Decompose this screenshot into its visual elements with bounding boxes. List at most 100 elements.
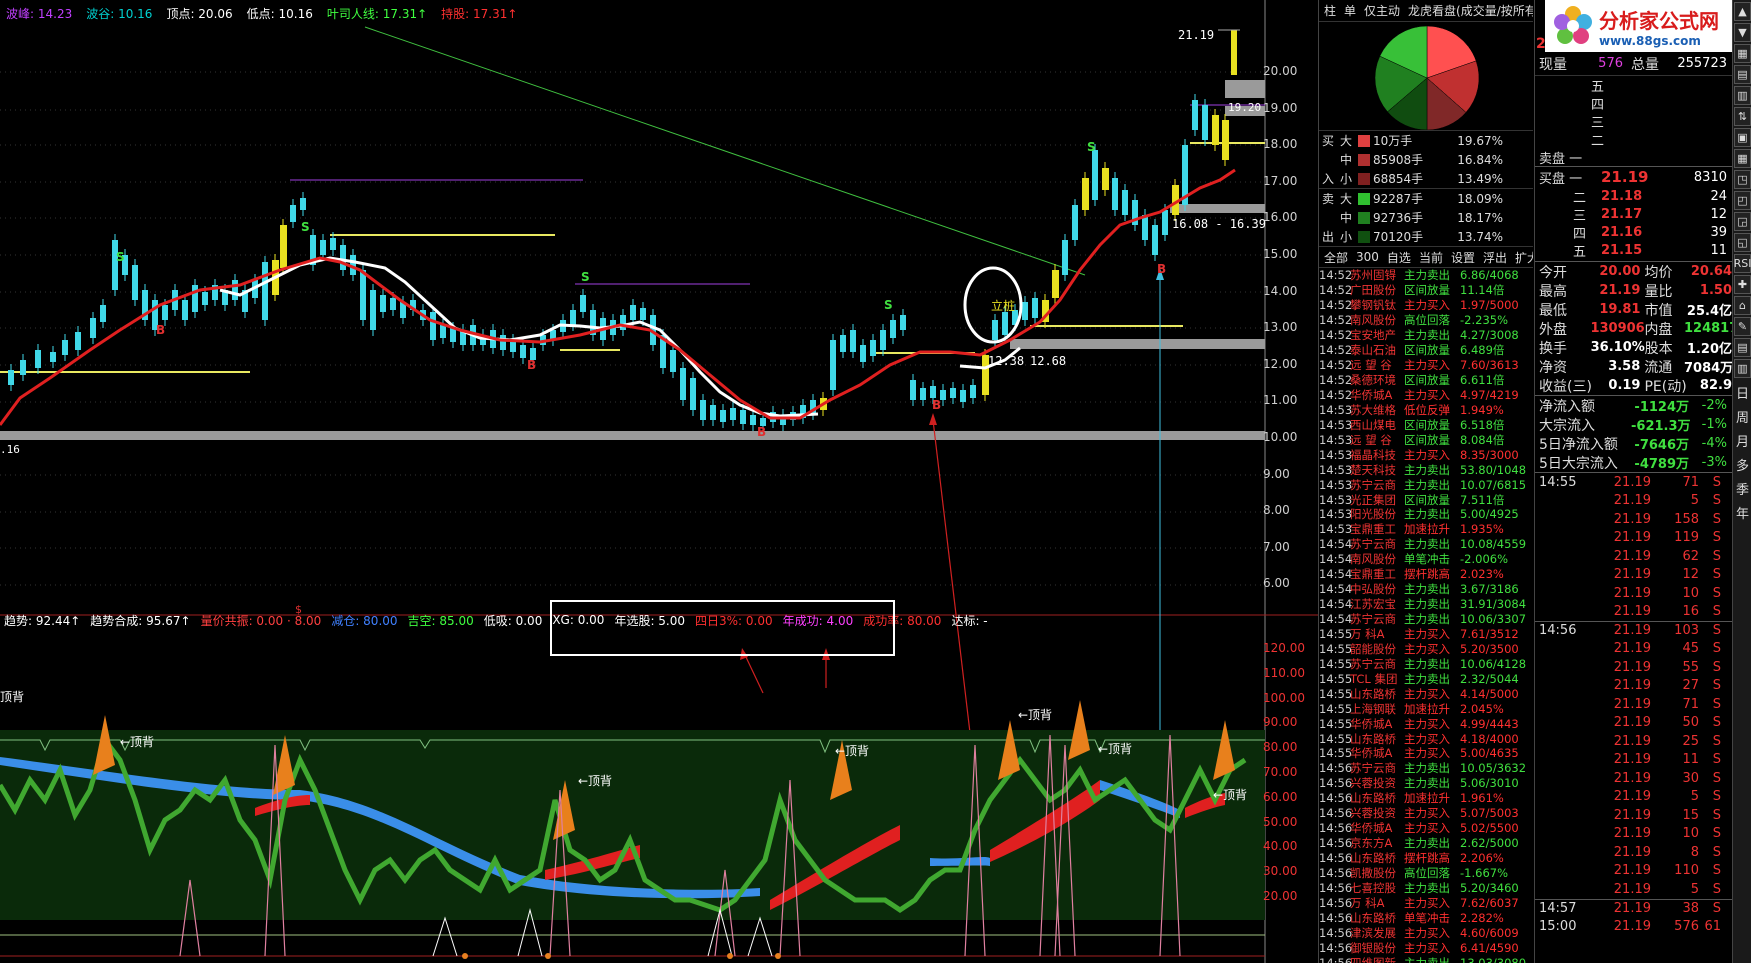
- activity-item[interactable]: 14:52 宝安地产 主力卖出 4.27/3008: [1319, 328, 1533, 343]
- activity-item[interactable]: 14:52 泰山石油 区间放量 6.489倍: [1319, 343, 1533, 358]
- activity-item[interactable]: 14:53 苏大维格 低位反弹 1.949%: [1319, 402, 1533, 417]
- activity-tab-4[interactable]: 设置: [1449, 249, 1477, 266]
- pie-tab-2[interactable]: 仅主动: [1362, 2, 1402, 19]
- period-button[interactable]: 月: [1734, 428, 1751, 452]
- stat-row: 最高 21.19 量比 1.50: [1539, 283, 1732, 300]
- activity-tab-5[interactable]: 浮出: [1481, 249, 1509, 266]
- activity-item[interactable]: 14:56 御银股份 主力买入 6.41/4590: [1319, 940, 1533, 955]
- activity-item[interactable]: 14:55 华侨城A 主力买入 4.99/4443: [1319, 716, 1533, 731]
- activity-item[interactable]: 14:52 苏州固锝 主力卖出 6.86/4068: [1319, 268, 1533, 283]
- activity-item[interactable]: 14:55 韶能股份 主力买入 5.20/3500: [1319, 641, 1533, 656]
- tool-button-icon[interactable]: ▲: [1734, 2, 1751, 21]
- buy-one-row[interactable]: 买盘 一 21.19 8310: [1535, 167, 1732, 187]
- candle: [630, 305, 636, 320]
- sell-level[interactable]: 四: [1587, 94, 1732, 113]
- tool-button-icon[interactable]: ▤: [1734, 65, 1751, 84]
- tool-button-icon[interactable]: ▦: [1734, 44, 1751, 63]
- tool-button-icon[interactable]: ◳: [1734, 170, 1751, 189]
- tick-row: 21.19 10 S: [1613, 826, 1721, 842]
- candle: [1142, 215, 1148, 240]
- tool-button-icon[interactable]: ◱: [1734, 233, 1751, 252]
- activity-item[interactable]: 14:54 江苏宏宝 主力卖出 31.91/3084: [1319, 597, 1533, 612]
- buy-level[interactable]: 五 21.15 11: [1535, 241, 1732, 260]
- tool-button-icon[interactable]: ⇅: [1734, 107, 1751, 126]
- activity-tab-1[interactable]: 300: [1354, 250, 1381, 264]
- buy-level[interactable]: 二 21.18 24: [1535, 187, 1732, 206]
- activity-item[interactable]: 14:53 西山煤电 区间放量 6.518倍: [1319, 417, 1533, 432]
- tool-button-icon[interactable]: ◲: [1734, 212, 1751, 231]
- activity-item[interactable]: 14:56 华侨城A 主力买入 5.02/5500: [1319, 821, 1533, 836]
- activity-item[interactable]: 14:54 中弘股份 主力卖出 3.67/3186: [1319, 582, 1533, 597]
- period-button[interactable]: 日: [1734, 380, 1751, 404]
- candle: [680, 368, 686, 400]
- activity-item[interactable]: 14:56 山东路桥 摆杆跳高 2.206%: [1319, 851, 1533, 866]
- activity-tab-2[interactable]: 自选: [1385, 249, 1413, 266]
- activity-item[interactable]: 14:52 南风股份 高位回落 -2.235%: [1319, 313, 1533, 328]
- activity-item[interactable]: 14:54 苏宁云商 主力卖出 10.08/4559: [1319, 537, 1533, 552]
- activity-item[interactable]: 14:53 阳光股份 主力卖出 5.00/4925: [1319, 507, 1533, 522]
- activity-item[interactable]: 14:56 兴蓉投资 主力买入 5.07/5003: [1319, 806, 1533, 821]
- period-button[interactable]: 年: [1734, 500, 1751, 524]
- activity-item[interactable]: 14:53 苏宁云商 主力卖出 10.07/6815: [1319, 477, 1533, 492]
- period-button[interactable]: 周: [1734, 404, 1751, 428]
- activity-item[interactable]: 14:55 苏宁云商 主力卖出 10.06/4128: [1319, 656, 1533, 671]
- activity-item[interactable]: 14:54 宝鼎重工 摆杆跳高 2.023%: [1319, 567, 1533, 582]
- tool-button-icon[interactable]: ▥: [1734, 86, 1751, 105]
- activity-item[interactable]: 14:56 七喜控股 主力卖出 5.20/3460: [1319, 880, 1533, 895]
- activity-item[interactable]: 14:54 苏宁云商 主力卖出 10.06/3307: [1319, 612, 1533, 627]
- candle: [1062, 240, 1068, 275]
- activity-item[interactable]: 14:56 凯撒股份 高位回落 -1.667%: [1319, 866, 1533, 881]
- capital-pie-chart: [1374, 25, 1480, 130]
- pie-tab-1[interactable]: 单: [1342, 2, 1358, 19]
- tool-button-icon[interactable]: ✎: [1734, 317, 1751, 336]
- tool-button-icon[interactable]: ▣: [1734, 128, 1751, 147]
- tool-button-icon[interactable]: RSI: [1734, 254, 1751, 273]
- activity-item[interactable]: 14:53 远 望 谷区间放量 8.084倍: [1319, 432, 1533, 447]
- activity-item[interactable]: 14:56 京东方A 主力卖出 2.62/5000: [1319, 836, 1533, 851]
- tool-button-icon[interactable]: ◰: [1734, 191, 1751, 210]
- activity-item[interactable]: 14:55 TCL 集团 主力卖出 2.32/5044: [1319, 671, 1533, 686]
- tool-button-icon[interactable]: ▦: [1734, 149, 1751, 168]
- tool-button-icon[interactable]: ▼: [1734, 23, 1751, 42]
- activity-item[interactable]: 14:55 华侨城A 主力买入 5.00/4635: [1319, 746, 1533, 761]
- activity-item[interactable]: 14:56 津滨发展 主力买入 4.60/6009: [1319, 925, 1533, 940]
- activity-item[interactable]: 14:56 山东路桥 单笔冲击 2.282%: [1319, 910, 1533, 925]
- sell-level[interactable]: 二: [1587, 130, 1732, 149]
- activity-item[interactable]: 14:55 万 科A 主力买入 7.61/3512: [1319, 627, 1533, 642]
- activity-item[interactable]: 14:56 四维图新 主力卖出 13.03/3080: [1319, 955, 1533, 963]
- period-button[interactable]: 季: [1734, 476, 1751, 500]
- tool-button-icon[interactable]: ⌂: [1734, 296, 1751, 315]
- period-button[interactable]: 多: [1734, 452, 1751, 476]
- activity-item[interactable]: 14:55 上海钢联 加速拉升 2.045%: [1319, 701, 1533, 716]
- activity-item[interactable]: 14:55 山东路桥 主力买入 4.18/4000: [1319, 731, 1533, 746]
- tool-button-icon[interactable]: ✚: [1734, 275, 1751, 294]
- activity-tab-0[interactable]: 全部: [1322, 249, 1350, 266]
- activity-tab-3[interactable]: 当前: [1417, 249, 1445, 266]
- activity-item[interactable]: 14:53 福晶科技 主力买入 8.35/3000: [1319, 447, 1533, 462]
- activity-item[interactable]: 14:55 山东路桥 主力买入 4.14/5000: [1319, 686, 1533, 701]
- activity-tab-6[interactable]: 扩大: [1513, 249, 1533, 266]
- activity-item[interactable]: 14:52 桑德环境 区间放量 6.611倍: [1319, 373, 1533, 388]
- activity-item[interactable]: 14:53 楚天科技 主力卖出 53.80/1048: [1319, 462, 1533, 477]
- pie-tab-0[interactable]: 柱: [1322, 2, 1338, 19]
- activity-item[interactable]: 14:56 山东路桥 加速拉升 1.961%: [1319, 791, 1533, 806]
- activity-item[interactable]: 14:56 苏宁云商 主力卖出 10.05/3632: [1319, 761, 1533, 776]
- sell-level[interactable]: 三: [1587, 112, 1732, 131]
- pie-tab-3[interactable]: 龙虎看盘(成交量/按所有): [1406, 2, 1533, 19]
- activity-item[interactable]: 14:52 远 望 谷主力买入 7.60/3613: [1319, 358, 1533, 373]
- candle: [900, 315, 906, 330]
- activity-item[interactable]: 14:54 南风股份 单笔冲击 -2.006%: [1319, 552, 1533, 567]
- sell-level[interactable]: 五: [1587, 76, 1732, 95]
- main-chart-canvas[interactable]: [0, 0, 1318, 963]
- activity-item[interactable]: 14:52 攀钢钒钛 主力买入 1.97/5000: [1319, 298, 1533, 313]
- activity-item[interactable]: 14:52 华侨城A 主力买入 4.97/4219: [1319, 388, 1533, 403]
- tool-button-icon[interactable]: ▥: [1734, 359, 1751, 378]
- tool-button-icon[interactable]: ▤: [1734, 338, 1751, 357]
- activity-item[interactable]: 14:53 宝鼎重工 加速拉升 1.935%: [1319, 522, 1533, 537]
- activity-item[interactable]: 14:53 光正集团 区间放量 7.511倍: [1319, 492, 1533, 507]
- buy-level[interactable]: 四 21.16 39: [1535, 223, 1732, 242]
- activity-item[interactable]: 14:52 广田股份 区间放量 11.14倍: [1319, 283, 1533, 298]
- activity-item[interactable]: 14:56 兴蓉投资 主力卖出 5.06/3010: [1319, 776, 1533, 791]
- activity-item[interactable]: 14:56 万 科A 主力买入 7.62/6037: [1319, 895, 1533, 910]
- buy-level[interactable]: 三 21.17 12: [1535, 205, 1732, 224]
